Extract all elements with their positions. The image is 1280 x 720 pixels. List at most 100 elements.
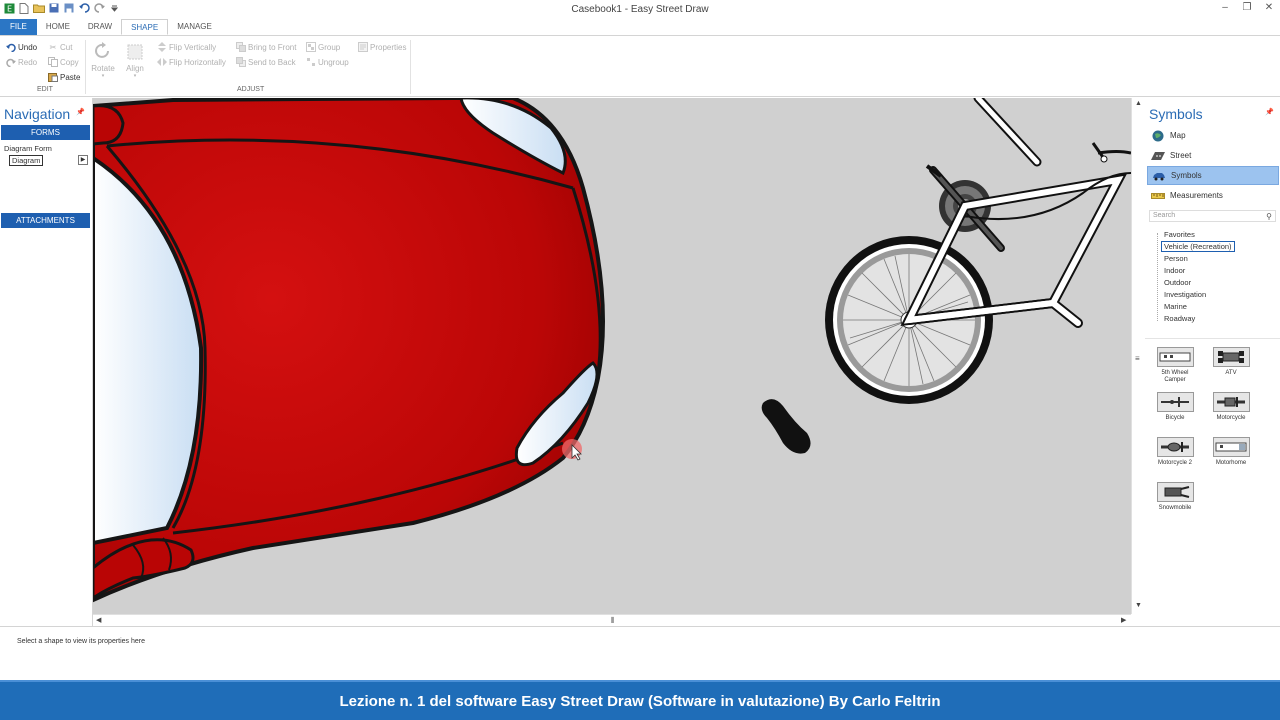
tree-item-person[interactable]: Person bbox=[1164, 254, 1188, 263]
red-car-shape[interactable] bbox=[93, 98, 605, 603]
copy-button[interactable]: Copy bbox=[48, 57, 79, 67]
paste-button[interactable]: Paste bbox=[48, 72, 80, 82]
properties-label: Properties bbox=[370, 42, 407, 52]
video-caption-banner: Lezione n. 1 del software Easy Street Dr… bbox=[0, 680, 1280, 720]
bicycle-shape[interactable] bbox=[825, 98, 1131, 404]
scroll-thumb-grip-icon[interactable]: ⦀ bbox=[611, 616, 615, 626]
tile-label: ATV bbox=[1225, 370, 1237, 376]
minimize-button[interactable]: – bbox=[1220, 2, 1230, 14]
play-arrow-icon[interactable]: ▶ bbox=[78, 155, 88, 165]
flip-vertically-button[interactable]: Flip Vertically bbox=[157, 42, 216, 52]
diagram-item[interactable]: Diagram bbox=[9, 155, 44, 166]
undo-button[interactable]: Undo bbox=[6, 42, 37, 52]
properties-icon bbox=[358, 42, 368, 52]
flip-horizontally-button[interactable]: Flip Horizontally bbox=[157, 57, 226, 67]
form-name: Diagram Form bbox=[4, 144, 52, 153]
scroll-up-icon[interactable]: ▲ bbox=[1135, 100, 1142, 107]
group-label: Group bbox=[318, 42, 341, 52]
tree-item-vehicle-recreation[interactable]: Vehicle (Recreation) bbox=[1161, 241, 1235, 252]
category-map[interactable]: Map bbox=[1147, 126, 1279, 145]
panel-separator bbox=[1145, 338, 1280, 339]
ungroup-button[interactable]: Ungroup bbox=[306, 57, 349, 67]
category-measurements[interactable]: Measurements bbox=[1147, 186, 1279, 205]
align-button[interactable]: Align ▾ bbox=[122, 42, 148, 79]
copy-label: Copy bbox=[60, 57, 79, 67]
tree-item-marine[interactable]: Marine bbox=[1164, 302, 1187, 311]
flip-vertical-icon bbox=[157, 42, 167, 52]
symbols-panel: Symbols 📌 Map Street Symbols Measurement… bbox=[1135, 98, 1280, 626]
group-button[interactable]: Group bbox=[306, 42, 340, 52]
properties-hint: Select a shape to view its properties he… bbox=[17, 638, 146, 645]
tree-item-roadway[interactable]: Roadway bbox=[1164, 314, 1195, 323]
align-label: Align bbox=[126, 64, 144, 73]
group-icon bbox=[306, 42, 316, 52]
tree-item-favorites[interactable]: Favorites bbox=[1164, 230, 1195, 239]
horizontal-scrollbar[interactable]: ◀ ⦀ ▶ bbox=[93, 614, 1131, 626]
tab-file[interactable]: FILE bbox=[0, 19, 37, 35]
send-to-back-button[interactable]: Send to Back bbox=[236, 57, 296, 67]
properties-button[interactable]: Properties bbox=[358, 42, 406, 52]
symbol-tile-motorcycle[interactable]: Motorcycle bbox=[1206, 392, 1256, 422]
attachments-header[interactable]: ATTACHMENTS bbox=[1, 213, 90, 228]
tile-label: Bicycle bbox=[1165, 415, 1185, 421]
adjust-group-label: ADJUST bbox=[237, 86, 265, 93]
title-bar: E Casebook1 - Easy Street Draw – ❐ ✕ bbox=[0, 0, 1280, 19]
symbol-tile-5th-wheel-camper[interactable]: 5th Wheel Camper bbox=[1150, 347, 1200, 384]
symbol-tile-motorcycle-2[interactable]: Motorcycle 2 bbox=[1150, 437, 1200, 467]
tree-connector bbox=[1157, 233, 1158, 321]
tab-draw[interactable]: DRAW bbox=[79, 19, 121, 35]
symbol-tile-atv[interactable]: ATV bbox=[1206, 347, 1256, 377]
category-street[interactable]: Street bbox=[1147, 146, 1279, 165]
bring-to-front-icon bbox=[236, 42, 246, 52]
symbol-tile-snowmobile[interactable]: Snowmobile bbox=[1150, 482, 1200, 512]
cut-button[interactable]: ✂ Cut bbox=[48, 42, 73, 52]
close-button[interactable]: ✕ bbox=[1264, 2, 1274, 14]
snowmobile-icon bbox=[1156, 482, 1194, 502]
rotate-button[interactable]: Rotate ▾ bbox=[90, 42, 116, 79]
search-placeholder: Search bbox=[1153, 212, 1176, 219]
dark-object-shape[interactable] bbox=[761, 399, 811, 454]
symbol-tile-bicycle[interactable]: Bicycle bbox=[1150, 392, 1200, 422]
ruler-icon bbox=[1151, 190, 1165, 202]
symbol-tile-motorhome[interactable]: Motorhome bbox=[1206, 437, 1256, 467]
binoculars-icon[interactable]: ⚲ bbox=[1266, 212, 1272, 222]
tab-manage[interactable]: MANAGE bbox=[168, 19, 221, 35]
tree-item-investigation[interactable]: Investigation bbox=[1164, 290, 1206, 299]
scroll-left-icon[interactable]: ◀ bbox=[96, 616, 101, 624]
splitter-grip-icon[interactable]: ≡ bbox=[1135, 354, 1140, 363]
tile-label: Snowmobile bbox=[1158, 505, 1192, 511]
ungroup-label: Ungroup bbox=[318, 57, 349, 67]
window-title: Casebook1 - Easy Street Draw bbox=[571, 4, 709, 15]
rotate-label: Rotate bbox=[91, 64, 115, 73]
ribbon-tabs: FILE HOME DRAW SHAPE MANAGE bbox=[0, 19, 1280, 35]
app-window: E Casebook1 - Easy Street Draw – ❐ ✕ FIL… bbox=[0, 0, 1280, 720]
pin-icon[interactable]: 📌 bbox=[76, 108, 85, 116]
category-symbols[interactable]: Symbols bbox=[1147, 166, 1279, 185]
map-globe-icon bbox=[1151, 130, 1165, 142]
undo-label: Undo bbox=[18, 42, 38, 52]
tab-shape[interactable]: SHAPE bbox=[121, 19, 169, 35]
cut-label: Cut bbox=[60, 42, 73, 52]
redo-button[interactable]: Redo bbox=[6, 57, 37, 67]
drawing-canvas[interactable] bbox=[93, 98, 1131, 614]
pin-icon[interactable]: 📌 bbox=[1265, 108, 1274, 116]
tree-item-outdoor[interactable]: Outdoor bbox=[1164, 278, 1191, 287]
forms-header[interactable]: FORMS bbox=[1, 125, 90, 140]
tab-home[interactable]: HOME bbox=[37, 19, 79, 35]
tree-item-indoor[interactable]: Indoor bbox=[1164, 266, 1185, 275]
flip-vertically-label: Flip Vertically bbox=[169, 42, 217, 52]
properties-panel: Select a shape to view its properties he… bbox=[0, 626, 1280, 680]
navigation-panel: Navigation 📌 FORMS Diagram Form Diagram … bbox=[0, 98, 93, 626]
undo-icon bbox=[6, 42, 16, 52]
send-to-back-label: Send to Back bbox=[248, 57, 296, 67]
paste-label: Paste bbox=[60, 72, 81, 82]
clipboard-icon bbox=[48, 72, 58, 82]
scroll-down-icon[interactable]: ▼ bbox=[1135, 602, 1142, 609]
motorcycle-2-icon bbox=[1156, 437, 1194, 457]
category-symbols-label: Symbols bbox=[1171, 171, 1202, 180]
chevron-down-icon: ▾ bbox=[101, 73, 105, 79]
restore-button[interactable]: ❐ bbox=[1242, 2, 1252, 14]
symbol-search-input[interactable]: Search ⚲ bbox=[1149, 210, 1276, 222]
bring-to-front-button[interactable]: Bring to Front bbox=[236, 42, 296, 52]
scroll-right-icon[interactable]: ▶ bbox=[1121, 616, 1126, 624]
